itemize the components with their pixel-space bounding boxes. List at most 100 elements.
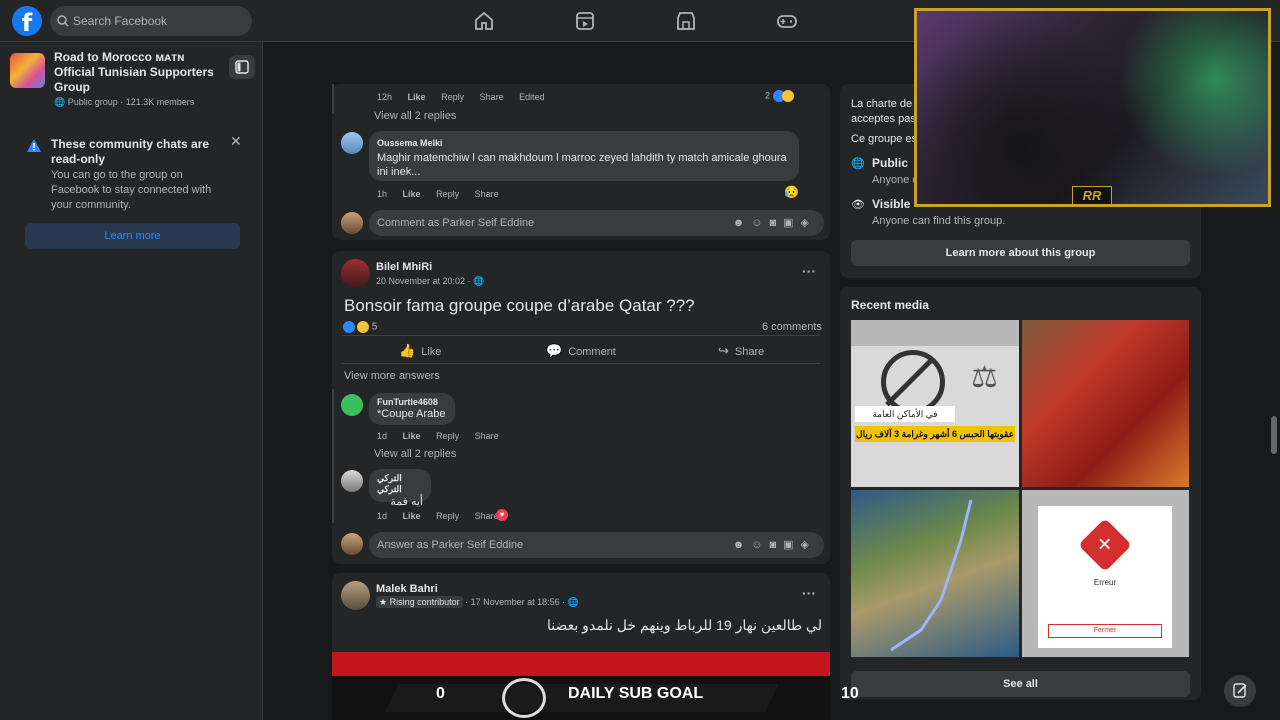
rising-contributor-badge[interactable]: ★ Rising contributor bbox=[376, 596, 463, 608]
view-replies-link[interactable]: View all 2 replies bbox=[374, 110, 456, 122]
recent-media-title: Recent media bbox=[851, 298, 930, 312]
group-cover-thumbnail[interactable] bbox=[10, 53, 45, 88]
marketplace-icon[interactable] bbox=[675, 10, 697, 32]
post-time[interactable]: · 17 November at 18:56 · 🌐 bbox=[465, 597, 579, 607]
view-replies-link[interactable]: View all 2 replies bbox=[374, 448, 456, 460]
search-placeholder: Search Facebook bbox=[73, 14, 168, 28]
divider bbox=[342, 335, 820, 336]
post-time[interactable]: 20 November at 20:02 · 🌐 bbox=[376, 276, 484, 287]
avatar[interactable] bbox=[341, 394, 363, 416]
avatar bbox=[341, 212, 363, 234]
media-thumbnail[interactable]: ✕ Erreur Fermer bbox=[1022, 490, 1189, 657]
like-link[interactable]: Like bbox=[408, 92, 426, 102]
goal-current: 0 bbox=[436, 685, 445, 702]
avatar bbox=[341, 533, 363, 555]
thread-line bbox=[332, 84, 334, 114]
comment-input[interactable]: Comment as Parker Seif Eddine ☻☺◙▣◈ bbox=[369, 210, 824, 236]
warning-icon bbox=[26, 138, 42, 157]
webcam-video bbox=[917, 11, 1268, 204]
media-thumbnail[interactable] bbox=[1022, 320, 1189, 487]
comment-author[interactable]: Oussema Melki bbox=[377, 138, 791, 148]
reply-link[interactable]: Reply bbox=[436, 431, 459, 441]
reaction-summary[interactable]: 2 bbox=[765, 90, 794, 102]
more-options-icon[interactable]: ··· bbox=[802, 263, 816, 279]
video-icon[interactable] bbox=[574, 10, 596, 32]
sub-goal-overlay: 0 DAILY SUB GOAL 10 bbox=[332, 676, 859, 720]
scrollbar-thumb[interactable] bbox=[1271, 416, 1277, 454]
post-author[interactable]: Malek Bahri bbox=[376, 583, 438, 595]
reaction-summary[interactable]: 5 bbox=[343, 321, 377, 333]
answer-input[interactable]: Answer as Parker Seif Eddine ☻☺◙▣◈ bbox=[369, 532, 824, 558]
globe-icon: 🌐 bbox=[851, 158, 865, 170]
thumbs-up-icon: 👍 bbox=[399, 343, 416, 358]
gaming-icon[interactable] bbox=[776, 10, 798, 32]
comment-author[interactable]: التركي التركي bbox=[377, 473, 423, 495]
goal-title: DAILY SUB GOAL bbox=[568, 685, 704, 702]
comment-bubble: FunTurtle4608 *Coupe Arabe bbox=[369, 393, 455, 425]
reply-link[interactable]: Reply bbox=[436, 511, 459, 521]
like-link[interactable]: Like bbox=[403, 511, 421, 521]
error-dialog: ✕ Erreur Fermer bbox=[1038, 506, 1172, 648]
like-reaction-icon bbox=[343, 321, 355, 333]
group-name[interactable]: Road to Morocco ᴍᴀᴛɴ Official Tunisian S… bbox=[54, 50, 224, 95]
map-route-icon bbox=[890, 499, 973, 652]
avatar[interactable] bbox=[341, 132, 363, 154]
charter-text-2: acceptes pas bbox=[851, 113, 916, 125]
share-link[interactable]: Share bbox=[480, 92, 504, 102]
group-meta: 🌐 Public group · 121.3K members bbox=[54, 97, 195, 107]
comment-button[interactable]: 💬 Comment bbox=[546, 343, 616, 359]
comment-author[interactable]: FunTurtle4608 bbox=[377, 397, 447, 407]
compose-icon bbox=[1233, 683, 1247, 698]
comments-count[interactable]: 6 comments bbox=[762, 321, 822, 333]
privacy-subtitle: Anyone c bbox=[872, 174, 918, 186]
share-button[interactable]: ↪ Share bbox=[718, 343, 764, 359]
facebook-logo-icon[interactable]: f bbox=[12, 6, 42, 37]
close-icon[interactable]: ✕ bbox=[230, 133, 242, 150]
heart-reaction-icon[interactable]: ♥ bbox=[496, 509, 508, 521]
home-icon[interactable] bbox=[473, 10, 495, 32]
comment-bubble: Oussema Melki Maghir matemchiw l can mak… bbox=[369, 131, 799, 181]
author-avatar[interactable] bbox=[341, 259, 370, 288]
share-link[interactable]: Share bbox=[475, 189, 499, 199]
media-thumbnail[interactable] bbox=[851, 490, 1019, 657]
edited-label: Edited bbox=[519, 92, 545, 102]
charter-text: La charte de bbox=[851, 98, 913, 110]
comment-bubble: التركي التركي أيه فمة bbox=[369, 469, 431, 508]
comment-tools-icon[interactable]: ☻☺◙▣◈ bbox=[733, 210, 816, 236]
post-text: Bonsoir fama groupe coupe d’arabe Qatar … bbox=[344, 296, 695, 315]
comment-icon: 💬 bbox=[546, 343, 563, 358]
collapse-panel-button[interactable] bbox=[229, 55, 255, 79]
see-all-button[interactable]: See all bbox=[851, 671, 1190, 697]
more-options-icon[interactable]: ··· bbox=[802, 585, 816, 601]
share-link[interactable]: Share bbox=[475, 431, 499, 441]
visibility-title: Visible bbox=[872, 197, 911, 211]
post-card: Bilel MhiRi 20 November at 20:02 · 🌐 ···… bbox=[332, 251, 830, 564]
comment-actions: 1d Like Reply Share bbox=[377, 511, 499, 521]
goal-emblem-icon bbox=[502, 678, 546, 718]
new-message-button[interactable] bbox=[1224, 675, 1256, 707]
media-header-strip bbox=[851, 320, 1019, 346]
learn-more-about-group-button[interactable]: Learn more about this group bbox=[851, 240, 1190, 266]
author-avatar[interactable] bbox=[341, 581, 370, 610]
read-only-notice-body: You can go to the group on Facebook to s… bbox=[51, 169, 212, 211]
share-link[interactable]: Share bbox=[475, 511, 499, 521]
comment-actions: 12h Like Reply Share Edited bbox=[377, 92, 545, 102]
post-author[interactable]: Bilel MhiRi bbox=[376, 261, 432, 273]
media-thumbnail[interactable]: في الأماكن العامة عقوبتها الحبس 6 أشهر و… bbox=[851, 320, 1019, 487]
search-icon bbox=[57, 7, 69, 46]
globe-icon: 🌐 bbox=[54, 97, 68, 107]
sad-reaction-icon[interactable]: 😥 bbox=[784, 185, 799, 199]
avatar[interactable] bbox=[341, 470, 363, 492]
comment-text: أيه فمة bbox=[390, 496, 423, 508]
like-link[interactable]: Like bbox=[403, 431, 421, 441]
visibility-subtitle: Anyone can find this group. bbox=[872, 215, 1006, 227]
like-link[interactable]: Like bbox=[403, 189, 421, 199]
reply-link[interactable]: Reply bbox=[441, 92, 464, 102]
comment-tools-icon[interactable]: ☻☺◙▣◈ bbox=[733, 532, 816, 558]
reply-link[interactable]: Reply bbox=[436, 189, 459, 199]
comment-text: *Coupe Arabe bbox=[377, 408, 446, 420]
like-button[interactable]: 👍 Like bbox=[399, 343, 441, 359]
view-more-answers-link[interactable]: View more answers bbox=[344, 370, 440, 382]
learn-more-button[interactable]: Learn more bbox=[25, 223, 240, 249]
search-input[interactable]: Search Facebook bbox=[50, 6, 252, 36]
